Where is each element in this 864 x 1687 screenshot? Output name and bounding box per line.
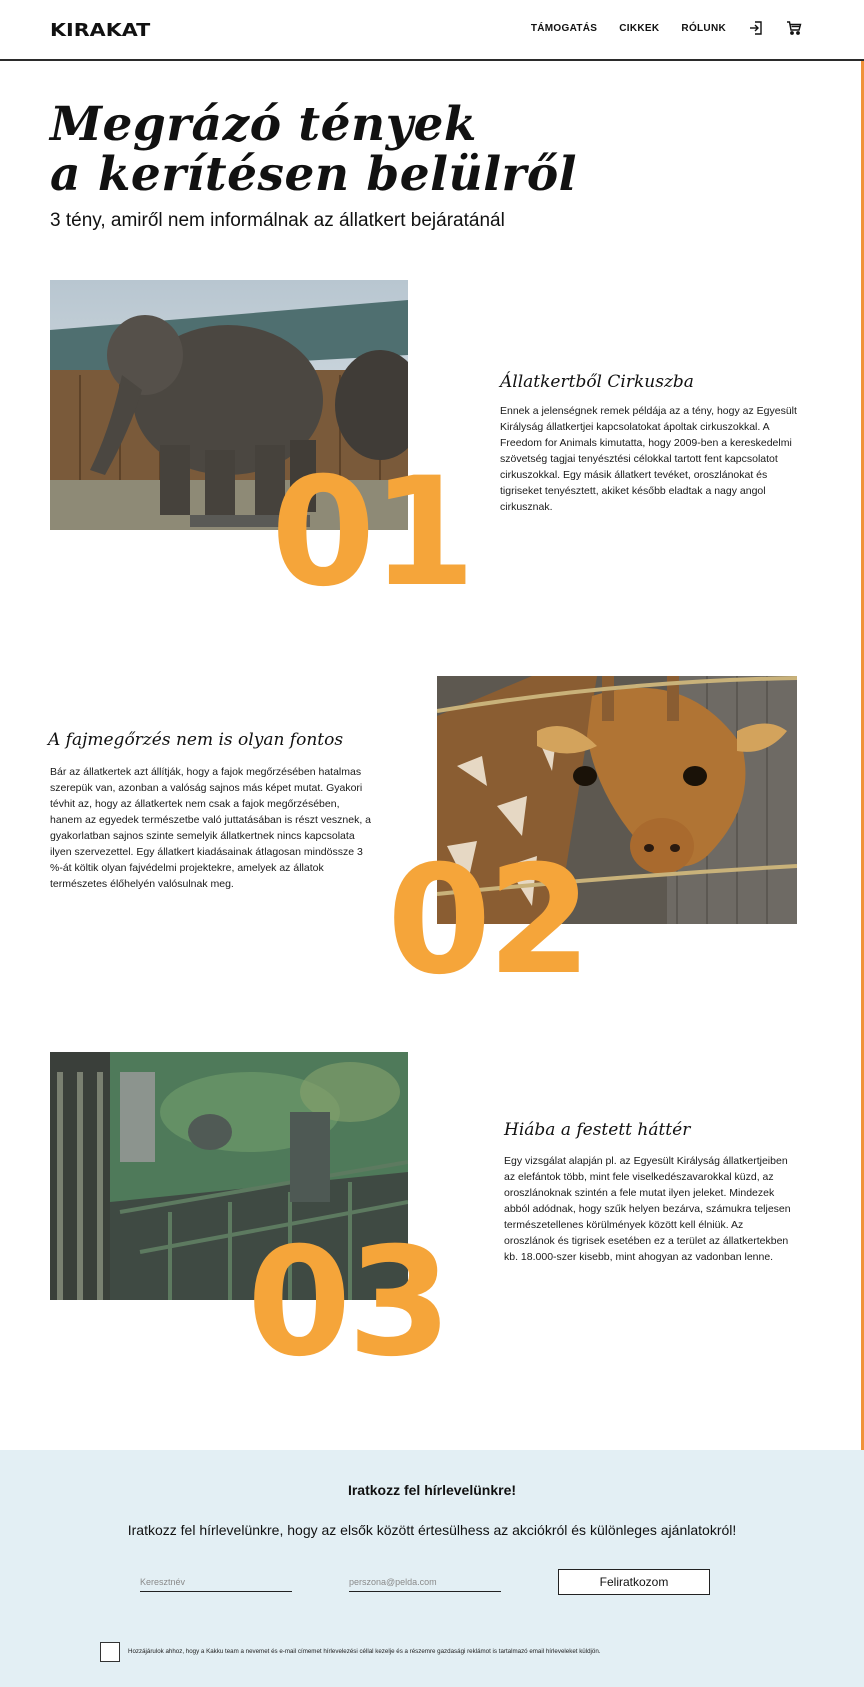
nav-link-about[interactable]: RÓLUNK <box>681 23 726 34</box>
nav-link-articles[interactable]: CIKKEK <box>619 23 659 34</box>
fact-number-3: 03 <box>247 1216 452 1390</box>
email-input[interactable] <box>349 1572 501 1592</box>
fact-text-3: Egy vizsgálat alapján pl. az Egyesült Ki… <box>504 1155 791 1263</box>
fact-text-1: Ennek a jelenségnek remek példája az a t… <box>500 405 797 513</box>
page-subtitle: 3 tény, amiről nem informálnak az állatk… <box>50 210 505 231</box>
subscribe-button[interactable]: Feliratkozom <box>558 1569 710 1595</box>
cart-icon[interactable] <box>786 20 802 36</box>
nav-link-support[interactable]: TÁMOGATÁS <box>531 23 597 34</box>
fact-text-2: Bár az állatkertek azt állítják, hogy a … <box>50 766 372 890</box>
page-title-line-1: Megrázó tények <box>50 97 477 152</box>
newsletter-title: Iratkozz fel hírlevelünkre! <box>347 1482 517 1498</box>
site-logo[interactable]: KIRAKAT <box>50 20 150 41</box>
page: KIRAKAT TÁMOGATÁS CIKKEK RÓLUNK Megrázó … <box>0 0 864 1687</box>
fact-number-2: 02 <box>387 834 592 1008</box>
fact-number-1: 01 <box>271 446 476 620</box>
first-name-input[interactable] <box>140 1572 292 1592</box>
page-title: Megrázó tények a kerítésen belülről <box>50 100 577 200</box>
main-nav: TÁMOGATÁS CIKKEK RÓLUNK <box>509 20 802 36</box>
page-title-line-2: a kerítésen belülről <box>50 147 578 202</box>
consent-label: Hozzájárulok ahhoz, hogy a Kakku team a … <box>128 1648 601 1655</box>
fact-title-2: A fajmegőrzés nem is olyan fontos <box>48 730 344 750</box>
site-header: KIRAKAT TÁMOGATÁS CIKKEK RÓLUNK <box>0 0 864 61</box>
newsletter-section: Iratkozz fel hírlevelünkre! Iratkozz fel… <box>0 1450 864 1687</box>
fact-title-3: Hiába a festett háttér <box>504 1120 691 1140</box>
fact-title-1: Állatkertből Cirkuszba <box>500 372 694 392</box>
login-icon[interactable] <box>748 20 764 36</box>
newsletter-subtitle: Iratkozz fel hírlevelünkre, hogy az első… <box>127 1522 737 1538</box>
consent-checkbox[interactable] <box>100 1642 120 1662</box>
